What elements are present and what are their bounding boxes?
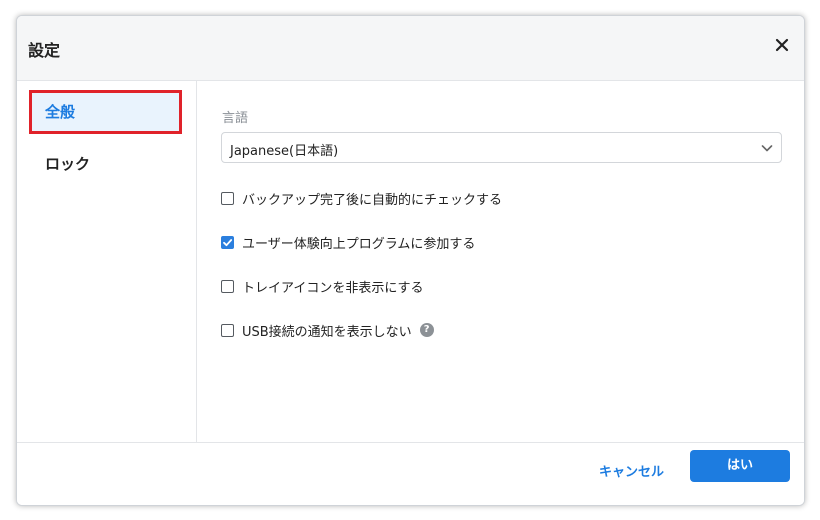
option-label: ユーザー体験向上プログラムに参加する	[242, 236, 476, 252]
language-label: 言語	[222, 111, 249, 126]
sidebar-item-general[interactable]: 全般	[29, 90, 182, 134]
option-label: トレイアイコンを非表示にする	[242, 280, 424, 296]
dialog-footer: キャンセル はい	[17, 442, 804, 505]
dialog-header: 設定	[17, 16, 804, 81]
option-hide-tray-icon[interactable]: トレイアイコンを非表示にする	[221, 277, 424, 296]
option-label: USB接続の通知を表示しない	[242, 324, 412, 340]
ok-button[interactable]: はい	[690, 450, 790, 482]
checkbox-usb-notification[interactable]	[221, 323, 234, 337]
option-ux-program[interactable]: ユーザー体験向上プログラムに参加する	[221, 233, 476, 252]
option-auto-check[interactable]: バックアップ完了後に自動的にチェックする	[221, 189, 503, 208]
chevron-down-icon	[761, 145, 773, 152]
settings-sidebar: 全般 ロック	[17, 81, 197, 443]
settings-dialog: 設定 全般 ロック 言語 Japanese(日本語) バックアップ完了後に自動的	[16, 15, 805, 506]
option-usb-notification[interactable]: USB接続の通知を表示しない ?	[221, 321, 434, 340]
checkmark-icon	[223, 238, 233, 246]
close-icon	[775, 38, 789, 52]
dialog-title: 設定	[28, 41, 61, 60]
option-label: バックアップ完了後に自動的にチェックする	[242, 192, 503, 208]
question-circle-icon[interactable]: ?	[419, 323, 434, 337]
checkbox-hide-tray-icon[interactable]	[221, 279, 234, 293]
language-select-value: Japanese(日本語)	[230, 144, 339, 159]
cancel-button[interactable]: キャンセル	[599, 457, 664, 489]
stage: 設定 全般 ロック 言語 Japanese(日本語) バックアップ完了後に自動的	[0, 0, 820, 520]
general-settings-panel: 言語 Japanese(日本語) バックアップ完了後に自動的にチェックする ユー…	[197, 81, 804, 443]
sidebar-item-lock[interactable]: ロック	[29, 142, 182, 186]
checkbox-ux-program[interactable]	[221, 235, 234, 249]
language-select[interactable]: Japanese(日本語)	[221, 132, 782, 163]
checkbox-auto-check[interactable]	[221, 191, 234, 205]
close-button[interactable]	[773, 36, 791, 54]
